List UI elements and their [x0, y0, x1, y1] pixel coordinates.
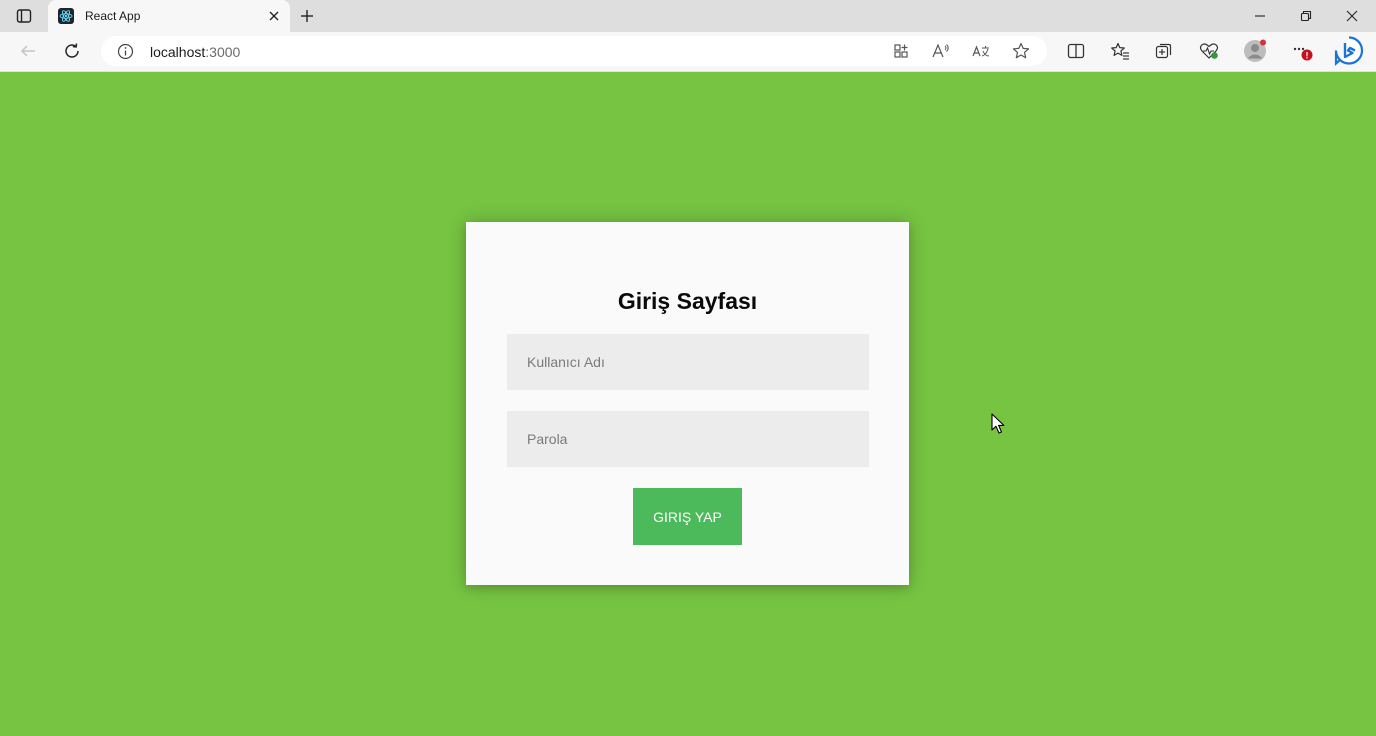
minimize-icon [1255, 15, 1265, 17]
minimize-window-button[interactable] [1245, 4, 1275, 28]
close-window-button[interactable] [1337, 4, 1367, 28]
new-tab-button[interactable] [296, 6, 318, 26]
browser-toolbar: localhost:3000 ! [0, 32, 1376, 72]
tab-actions-icon [16, 9, 32, 23]
url-port: :3000 [205, 44, 241, 60]
browser-tab-active[interactable]: React App [48, 0, 290, 32]
refresh-button[interactable] [57, 36, 87, 66]
browser-essentials-button[interactable] [1194, 36, 1224, 66]
avatar [1244, 39, 1266, 62]
login-card: Giriş Sayfası GIRIŞ YAP [466, 222, 909, 585]
plus-icon [301, 10, 313, 22]
heart-pulse-icon [1199, 43, 1219, 59]
restore-icon [1300, 10, 1312, 22]
username-input[interactable] [507, 334, 869, 390]
svg-text:!: ! [1306, 51, 1309, 61]
translate-button[interactable] [970, 40, 992, 62]
read-aloud-icon [932, 43, 949, 58]
password-input[interactable] [507, 411, 869, 467]
browser-tab-bar: React App [0, 0, 1376, 32]
tab-actions-menu-button[interactable] [10, 6, 38, 26]
translate-icon [972, 45, 990, 57]
app-available-button[interactable] [890, 40, 912, 62]
star-icon [1012, 42, 1030, 59]
collections-button[interactable] [1149, 36, 1179, 66]
favorites-button[interactable] [1105, 36, 1135, 66]
back-button[interactable] [13, 36, 43, 66]
url-text[interactable]: localhost:3000 [150, 44, 240, 60]
login-button[interactable]: GIRIŞ YAP [633, 488, 742, 545]
collections-icon [1155, 43, 1172, 59]
page-title: Giriş Sayfası [617, 288, 758, 314]
bing-logo-icon [1334, 36, 1364, 66]
close-icon [1346, 10, 1358, 22]
url-host: localhost [150, 44, 206, 60]
read-aloud-button[interactable] [930, 40, 952, 62]
more-options-icon: ! [1293, 47, 1313, 61]
restore-window-button[interactable] [1291, 4, 1321, 28]
refresh-icon [65, 43, 79, 58]
close-icon [269, 11, 279, 21]
arrow-left-icon [20, 45, 35, 57]
info-icon[interactable] [117, 43, 134, 60]
mouse-cursor-icon [991, 413, 1005, 434]
tab-close-button[interactable] [266, 8, 282, 24]
split-screen-button[interactable] [1061, 36, 1091, 66]
tab-title: React App [85, 9, 141, 23]
react-logo-icon [58, 8, 74, 24]
settings-more-button[interactable]: ! [1287, 36, 1317, 66]
favorite-star-button[interactable] [1010, 40, 1032, 62]
address-bar[interactable]: localhost:3000 [101, 36, 1047, 66]
favorites-list-icon [1111, 42, 1129, 60]
split-screen-icon [1067, 43, 1085, 59]
bing-copilot-button[interactable] [1332, 34, 1366, 68]
profile-button[interactable] [1240, 36, 1270, 66]
apps-icon [894, 44, 908, 58]
